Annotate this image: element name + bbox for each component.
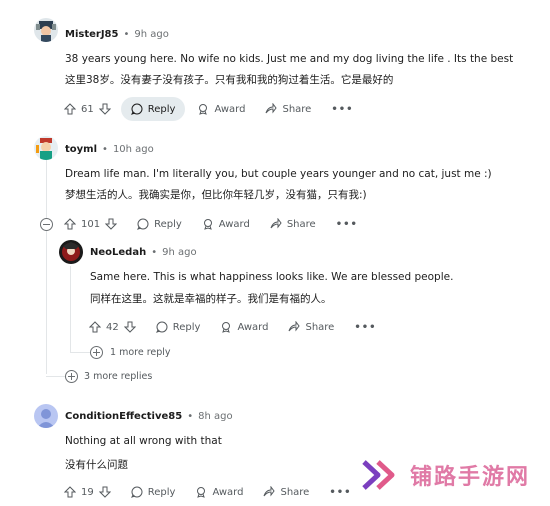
action-bar: 61 Reply Award Share ••• <box>64 97 354 121</box>
downvote-icon[interactable] <box>98 486 111 498</box>
comment-header: MisterJ85 • 9h ago <box>65 29 169 40</box>
collapse-thread-button[interactable] <box>40 218 53 231</box>
expand-icon[interactable] <box>65 370 78 383</box>
reply-button[interactable]: Reply <box>137 218 182 230</box>
downvote-icon[interactable] <box>123 321 136 333</box>
comment-text-line-2: 这里38岁。没有妻子没有孩子。只有我和我的狗过着生活。它是最好的 <box>65 74 394 86</box>
upvote-icon[interactable] <box>64 103 76 115</box>
avatar[interactable] <box>34 404 58 428</box>
action-bar: 19 Reply Award Share ••• <box>64 480 352 504</box>
comment-icon <box>155 321 168 333</box>
thread-connector <box>70 352 90 353</box>
share-label: Share <box>305 321 335 333</box>
separator: • <box>123 29 130 40</box>
comment-icon <box>137 218 149 230</box>
reply-label: Reply <box>154 218 182 230</box>
watermark: 铺路手游网 <box>362 458 530 492</box>
action-bar: 101 Reply Award Share ••• <box>64 212 358 236</box>
timestamp: 8h ago <box>198 411 233 422</box>
expand-icon[interactable] <box>90 346 103 359</box>
watermark-text: 铺路手游网 <box>410 465 531 490</box>
comment-text-line-1: 38 years young here. No wife no kids. Ju… <box>65 53 514 65</box>
reply-button[interactable]: Reply <box>120 97 186 121</box>
timestamp: 10h ago <box>112 144 154 155</box>
username[interactable]: NeoLedah <box>90 247 146 258</box>
award-label: Award <box>212 486 244 498</box>
thread-line-neoledah <box>70 266 71 352</box>
award-button[interactable]: Award <box>197 103 245 115</box>
share-icon <box>288 321 301 332</box>
thread-connector <box>46 376 66 377</box>
timestamp: 9h ago <box>162 247 197 258</box>
award-button[interactable]: Award <box>220 321 268 333</box>
share-icon <box>265 103 278 114</box>
comment-header: toyml • 10h ago <box>65 144 154 155</box>
vote-count: 61 <box>81 103 94 115</box>
reply-button[interactable]: Reply <box>130 486 176 498</box>
more-replies-link[interactable]: 3 more replies <box>84 371 152 382</box>
award-icon <box>203 219 212 230</box>
upvote-icon[interactable] <box>89 321 101 333</box>
downvote-icon[interactable] <box>105 218 118 230</box>
share-button[interactable]: Share <box>263 486 309 498</box>
reply-label: Reply <box>147 486 176 498</box>
comment-text-line-1: Dream life man. I'm literally you, but c… <box>65 168 492 180</box>
upvote-icon[interactable] <box>64 486 76 498</box>
reply-label: Reply <box>172 321 201 333</box>
username[interactable]: MisterJ85 <box>65 29 118 40</box>
comment-text-line-2: 没有什么问题 <box>65 459 128 471</box>
action-bar: 42 Reply Award Share ••• <box>89 315 377 339</box>
username[interactable]: ConditionEffective85 <box>65 411 182 422</box>
share-icon <box>270 218 282 229</box>
comment-icon <box>130 103 143 115</box>
award-button[interactable]: Award <box>195 486 243 498</box>
comment-header: NeoLedah • 9h ago <box>90 247 197 258</box>
username[interactable]: toyml <box>65 144 97 155</box>
vote-count: 42 <box>106 321 119 333</box>
downvote-icon[interactable] <box>98 103 111 115</box>
share-label: Share <box>286 218 316 230</box>
vote-count: 101 <box>81 218 101 230</box>
watermark-logo-icon <box>362 460 395 490</box>
reply-button[interactable]: Reply <box>155 321 201 333</box>
share-label: Share <box>282 103 312 115</box>
award-icon <box>197 487 206 498</box>
avatar[interactable] <box>34 136 58 160</box>
more-options-button[interactable]: ••• <box>336 219 358 230</box>
share-button[interactable]: Share <box>288 321 334 333</box>
more-options-button[interactable]: ••• <box>331 104 353 115</box>
award-icon <box>222 322 231 333</box>
separator: • <box>151 247 158 258</box>
share-label: Share <box>280 486 310 498</box>
vote-count: 19 <box>81 486 94 498</box>
more-replies-link[interactable]: 1 more reply <box>110 347 171 358</box>
separator: • <box>187 411 194 422</box>
comment-text-line-2: 同样在这里。这就是幸福的样子。我们是有福的人。 <box>90 293 332 305</box>
comment-header: ConditionEffective85 • 8h ago <box>65 411 233 422</box>
share-button[interactable]: Share <box>270 218 316 230</box>
award-button[interactable]: Award <box>202 218 250 230</box>
award-icon <box>199 104 208 115</box>
comment-text-line-2: 梦想生活的人。我确实是你，但比你年轻几岁，没有猫，只有我:) <box>65 189 367 201</box>
award-label: Award <box>237 321 269 333</box>
thread-line-toyml <box>46 160 47 374</box>
comment-text-line-1: Nothing at all wrong with that <box>65 435 222 447</box>
more-options-button[interactable]: ••• <box>354 322 376 333</box>
upvote-icon[interactable] <box>64 218 76 230</box>
award-label: Award <box>214 103 246 115</box>
comment-text-line-1: Same here. This is what happiness looks … <box>90 271 454 283</box>
award-label: Award <box>218 218 250 230</box>
separator: • <box>102 144 108 155</box>
reply-label: Reply <box>147 103 176 115</box>
comment-icon <box>130 486 143 498</box>
more-options-button[interactable]: ••• <box>329 487 351 498</box>
share-button[interactable]: Share <box>265 103 311 115</box>
avatar[interactable] <box>34 18 58 42</box>
timestamp: 9h ago <box>134 29 169 40</box>
avatar[interactable] <box>59 240 83 264</box>
share-icon <box>263 486 276 497</box>
